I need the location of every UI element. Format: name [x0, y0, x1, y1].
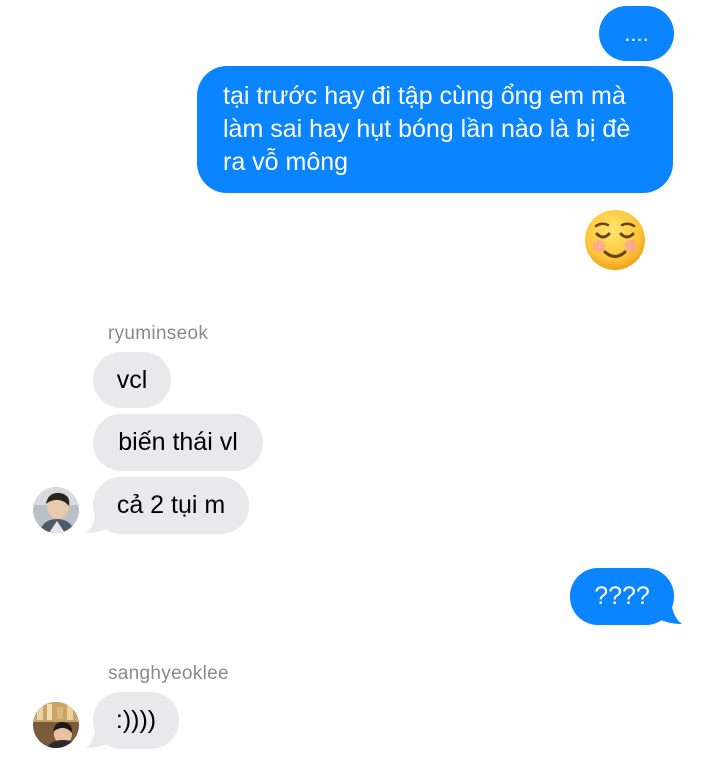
avatar-ryuminseok[interactable] — [33, 487, 79, 533]
message-line: tại trước hay đi tập cùng ổng em mà — [223, 82, 626, 110]
message-bubble-incoming[interactable]: biến thái vl — [93, 414, 263, 471]
sender-name: sanghyeoklee — [108, 663, 229, 684]
message-bubble-incoming[interactable]: vcl — [93, 352, 171, 408]
message-line: ra vỗ mông — [223, 148, 349, 176]
message-text: :)))) — [115, 706, 157, 734]
message-bubble-outgoing[interactable]: tại trước hay đi tập cùng ổng em mà làm … — [197, 66, 673, 193]
message-bubble-incoming[interactable]: :)))) — [93, 692, 179, 749]
message-bubble-incoming[interactable]: cả 2 tụi m — [93, 477, 249, 534]
message-text: vcl — [116, 365, 148, 394]
message-text: cả 2 tụi m — [116, 491, 226, 519]
message-text: .... — [624, 21, 649, 46]
smiling-face-icon[interactable] — [583, 208, 647, 272]
avatar-sanghyeoklee[interactable] — [33, 702, 79, 748]
message-bubble-outgoing[interactable]: .... — [599, 6, 674, 61]
sender-name: ryuminseok — [108, 323, 209, 344]
message-text: ???? — [594, 582, 650, 610]
message-line: làm sai hay hụt bóng lần nào là bị đè — [223, 115, 631, 143]
message-text: biến thái vl — [118, 428, 238, 456]
message-bubble-outgoing[interactable]: ???? — [570, 568, 674, 625]
